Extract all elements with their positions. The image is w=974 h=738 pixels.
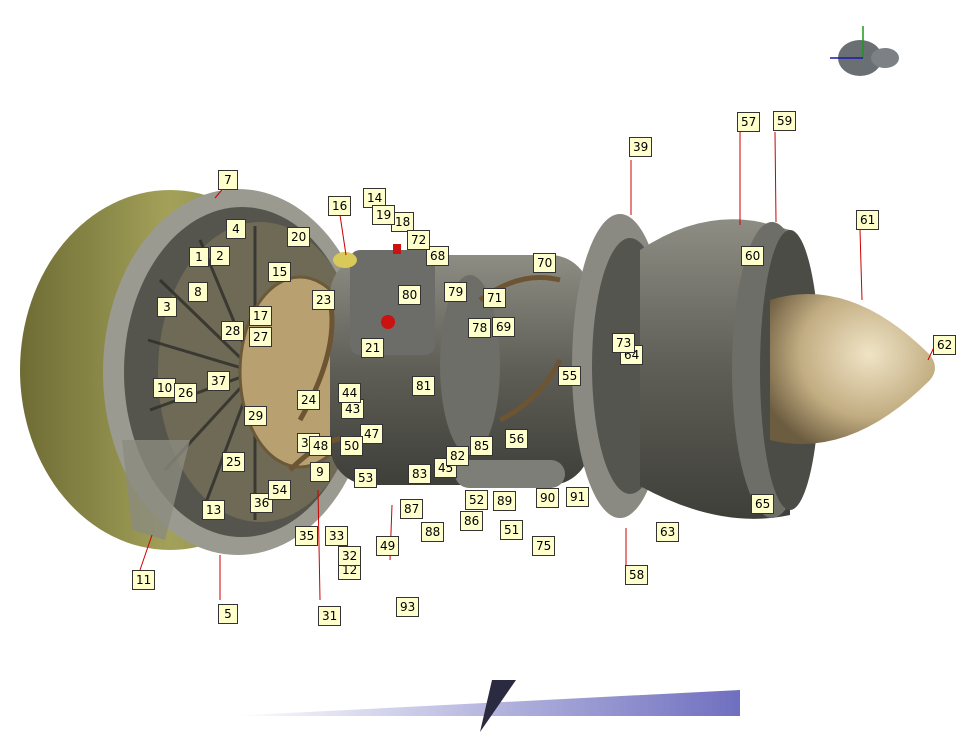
callout-91[interactable]: 91 — [566, 487, 590, 507]
callout-1[interactable]: 1 — [189, 247, 209, 267]
callout-87[interactable]: 87 — [400, 499, 424, 519]
callout-57[interactable]: 57 — [737, 112, 761, 132]
engine-diagram: 1 2 3 4 5 7 8 9 10 11 12 13 14 15 16 17 … — [0, 0, 974, 738]
callout-73[interactable]: 73 — [612, 333, 636, 353]
callout-58[interactable]: 58 — [625, 565, 649, 585]
callout-54[interactable]: 54 — [268, 480, 292, 500]
callout-82[interactable]: 82 — [446, 446, 470, 466]
callout-13[interactable]: 13 — [202, 500, 226, 520]
callout-83[interactable]: 83 — [408, 464, 432, 484]
callout-50[interactable]: 50 — [340, 436, 364, 456]
callout-26[interactable]: 26 — [174, 383, 198, 403]
orientation-gizmo — [830, 26, 899, 76]
callout-3[interactable]: 3 — [157, 297, 177, 317]
callout-79[interactable]: 79 — [444, 282, 468, 302]
callout-31[interactable]: 31 — [318, 606, 342, 626]
callout-93[interactable]: 93 — [396, 597, 420, 617]
callout-72[interactable]: 72 — [407, 230, 431, 250]
callout-37[interactable]: 37 — [207, 371, 231, 391]
callout-52[interactable]: 52 — [465, 490, 489, 510]
callout-15[interactable]: 15 — [268, 262, 292, 282]
callout-17[interactable]: 17 — [249, 306, 273, 326]
callout-61[interactable]: 61 — [856, 210, 880, 230]
callout-11[interactable]: 11 — [132, 570, 156, 590]
callout-63[interactable]: 63 — [656, 522, 680, 542]
callout-21[interactable]: 21 — [361, 338, 385, 358]
callout-2[interactable]: 2 — [210, 246, 230, 266]
callout-29[interactable]: 29 — [244, 406, 268, 426]
gradient-bar — [230, 680, 740, 732]
callout-86[interactable]: 86 — [460, 511, 484, 531]
callout-89[interactable]: 89 — [493, 491, 517, 511]
callout-10[interactable]: 10 — [153, 378, 177, 398]
callout-16[interactable]: 16 — [328, 196, 352, 216]
engine-illustration — [20, 26, 936, 732]
callout-35[interactable]: 35 — [295, 526, 319, 546]
callout-48[interactable]: 48 — [309, 436, 333, 456]
callout-8[interactable]: 8 — [188, 282, 208, 302]
callout-62[interactable]: 62 — [933, 335, 957, 355]
callout-88[interactable]: 88 — [421, 522, 445, 542]
callout-19[interactable]: 19 — [372, 205, 396, 225]
callout-39[interactable]: 39 — [629, 137, 653, 157]
callout-20[interactable]: 20 — [287, 227, 311, 247]
callout-90[interactable]: 90 — [536, 488, 560, 508]
callout-27[interactable]: 27 — [249, 327, 273, 347]
callout-24[interactable]: 24 — [297, 390, 321, 410]
callout-51[interactable]: 51 — [500, 520, 524, 540]
callout-7[interactable]: 7 — [218, 170, 238, 190]
callout-59[interactable]: 59 — [773, 111, 797, 131]
callout-85[interactable]: 85 — [470, 436, 494, 456]
callout-49[interactable]: 49 — [376, 536, 400, 556]
callout-33[interactable]: 33 — [325, 526, 349, 546]
callout-28[interactable]: 28 — [221, 321, 245, 341]
callout-80[interactable]: 80 — [398, 285, 422, 305]
callout-75[interactable]: 75 — [532, 536, 556, 556]
callout-60[interactable]: 60 — [741, 246, 765, 266]
callout-5[interactable]: 5 — [218, 604, 238, 624]
callout-56[interactable]: 56 — [505, 429, 529, 449]
callout-81[interactable]: 81 — [412, 376, 436, 396]
callout-65[interactable]: 65 — [751, 494, 775, 514]
callout-44[interactable]: 44 — [338, 383, 362, 403]
callout-55[interactable]: 55 — [558, 366, 582, 386]
callout-4[interactable]: 4 — [226, 219, 246, 239]
callout-53[interactable]: 53 — [354, 468, 378, 488]
callout-70[interactable]: 70 — [533, 253, 557, 273]
callout-9[interactable]: 9 — [310, 462, 330, 482]
callout-32[interactable]: 32 — [338, 546, 362, 566]
callout-78[interactable]: 78 — [468, 318, 492, 338]
callout-69[interactable]: 69 — [492, 317, 516, 337]
callout-47[interactable]: 47 — [360, 424, 384, 444]
callout-23[interactable]: 23 — [312, 290, 336, 310]
callout-25[interactable]: 25 — [222, 452, 246, 472]
callout-71[interactable]: 71 — [483, 288, 507, 308]
